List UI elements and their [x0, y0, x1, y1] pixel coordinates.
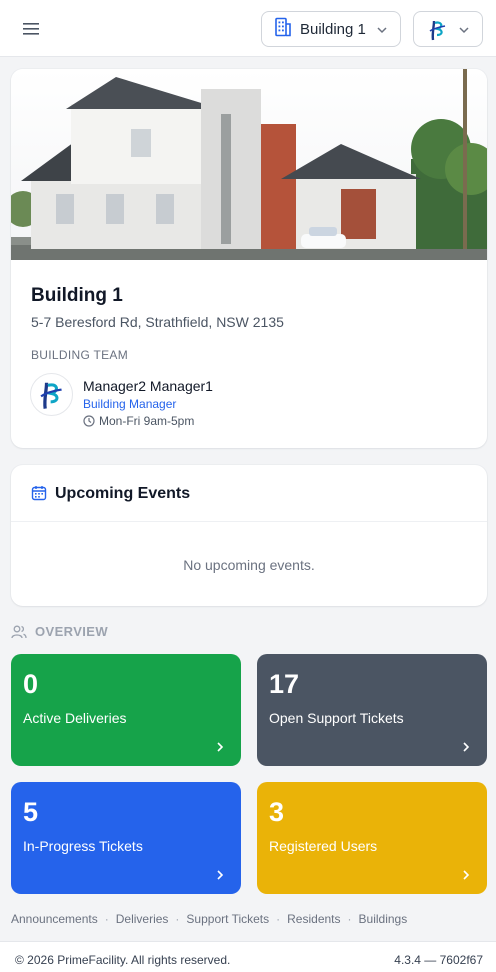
building-address: 5-7 Beresford Rd, Strathfield, NSW 2135 [31, 314, 284, 330]
hamburger-icon[interactable] [16, 16, 46, 42]
events-title: Upcoming Events [55, 485, 191, 502]
org-logo-icon [428, 19, 448, 46]
link-separator: · [276, 912, 281, 926]
chevron-right-icon [461, 740, 471, 758]
footer-link-deliveries[interactable]: Deliveries [116, 912, 169, 926]
stat-card-in-progress-tickets[interactable]: 5 In-Progress Tickets [11, 782, 241, 894]
stat-value: 17 [269, 669, 300, 699]
version-text: 4.3.4 — 7602f67 [394, 953, 483, 967]
manager-hours-text: Mon-Fri 9am-5pm [99, 414, 195, 428]
chevron-down-icon [458, 23, 470, 41]
clock-icon [83, 415, 95, 427]
link-separator: · [104, 912, 109, 926]
overview-label: OVERVIEW [11, 624, 108, 639]
footer-link-support-tickets[interactable]: Support Tickets [186, 912, 269, 926]
stat-label: Open Support Tickets [269, 710, 404, 726]
avatar [30, 373, 73, 416]
chevron-down-icon [376, 23, 388, 41]
building-selector[interactable]: Building 1 [261, 11, 401, 47]
building-photo [11, 69, 487, 260]
chevron-right-icon [215, 868, 225, 886]
manager-role: Building Manager [83, 397, 177, 411]
calendar-icon [31, 485, 47, 506]
footer-link-announcements[interactable]: Announcements [11, 912, 98, 926]
org-selector[interactable] [413, 11, 483, 47]
footer: © 2026 PrimeFacility. All rights reserve… [0, 941, 496, 972]
building-selector-label: Building 1 [300, 20, 366, 38]
copyright-text: © 2026 PrimeFacility. All rights reserve… [15, 953, 231, 967]
stat-label: Active Deliveries [23, 710, 127, 726]
stat-label: Registered Users [269, 838, 378, 854]
stat-value: 3 [269, 797, 285, 827]
building-card: Building 1 5-7 Beresford Rd, Strathfield… [11, 69, 487, 448]
building-team-label: BUILDING TEAM [31, 348, 129, 362]
stat-card-open-support-tickets[interactable]: 17 Open Support Tickets [257, 654, 487, 766]
link-separator: · [347, 912, 352, 926]
footer-link-buildings[interactable]: Buildings [359, 912, 408, 926]
top-bar: Building 1 [0, 0, 496, 57]
building-icon [274, 17, 292, 42]
users-icon [11, 625, 27, 639]
manager-name: Manager2 Manager1 [83, 378, 213, 394]
org-logo-icon [39, 382, 62, 409]
stat-card-active-deliveries[interactable]: 0 Active Deliveries [11, 654, 241, 766]
stat-value: 0 [23, 669, 39, 699]
events-header: Upcoming Events [11, 465, 487, 522]
stat-label: In-Progress Tickets [23, 838, 143, 854]
link-separator: · [175, 912, 180, 926]
building-name: Building 1 [31, 285, 123, 306]
chevron-right-icon [461, 868, 471, 886]
footer-link-residents[interactable]: Residents [287, 912, 340, 926]
chevron-right-icon [215, 740, 225, 758]
footer-links: Announcements · Deliveries · Support Tic… [11, 912, 407, 926]
stat-value: 5 [23, 797, 39, 827]
overview-label-text: OVERVIEW [35, 624, 109, 639]
stat-card-registered-users[interactable]: 3 Registered Users [257, 782, 487, 894]
events-empty-text: No upcoming events. [183, 557, 315, 573]
upcoming-events-card: Upcoming Events No upcoming events. [11, 465, 487, 606]
manager-hours: Mon-Fri 9am-5pm [83, 414, 194, 428]
